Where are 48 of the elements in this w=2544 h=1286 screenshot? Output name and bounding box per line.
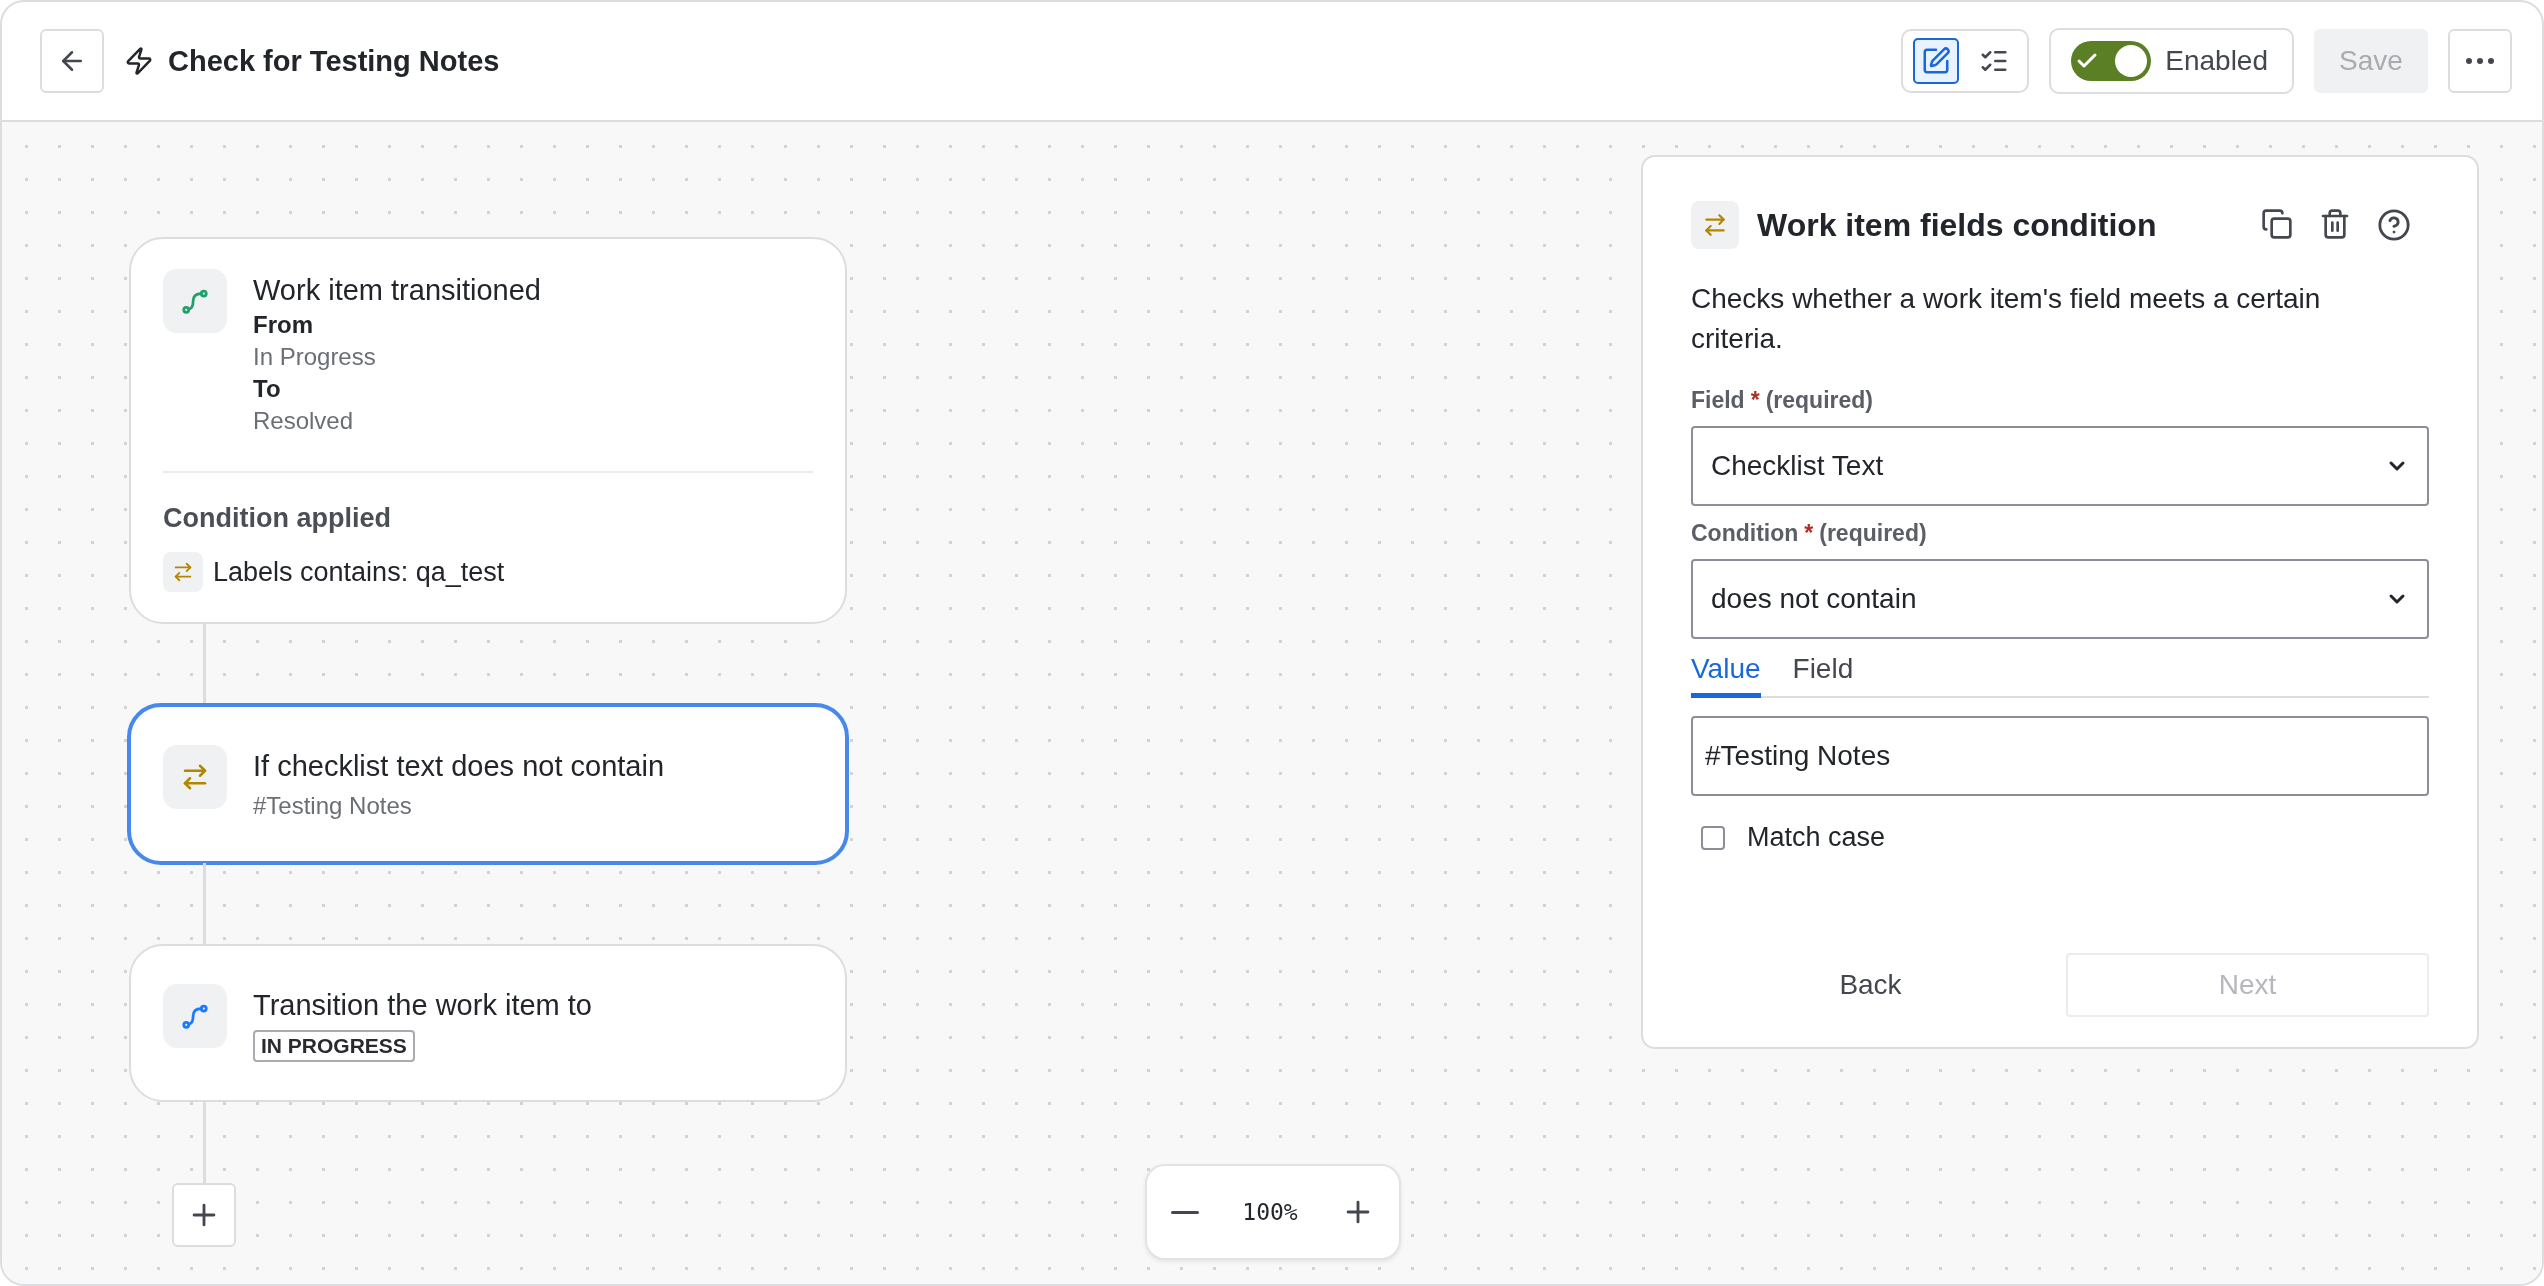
flow-card[interactable]: Transition the work item to IN PROGRESS [129,944,847,1102]
add-step-button[interactable] [172,1183,236,1247]
section-heading: Condition applied [163,503,392,534]
enabled-toggle[interactable]: Enabled [2049,28,2294,94]
tab[interactable]: Field [1792,647,1854,698]
back-button[interactable] [40,29,104,93]
more-options-button[interactable] [2448,29,2512,93]
flow-card[interactable]: Work item transitioned From In Progress To Resolved Condition applied Labels contains: qa_test [129,237,847,624]
zoom-out-button[interactable] [1171,1210,1199,1214]
zoom-level: 100% [1242,1199,1298,1225]
checkbox[interactable] [1701,825,1725,850]
field-label: Field [1691,387,1745,414]
trash-icon[interactable] [2319,208,2351,242]
detail-value: In Progress [253,342,377,372]
lightning-icon [124,46,154,76]
edit-view-button[interactable] [1913,38,1960,84]
detail-label: From [253,310,314,340]
detail-label: To [253,374,282,404]
card-subtitle: #Testing Notes [253,791,413,821]
field-label: Condition [1691,520,1799,547]
more-icon [2466,58,2494,64]
duplicate-icon[interactable] [2261,208,2293,242]
card-title: If checklist text does not contain [253,749,665,784]
checkbox-label: Match case [1747,822,1886,853]
help-icon[interactable] [2377,208,2411,242]
swap-arrows-icon [172,561,194,583]
edit-icon [1921,46,1952,76]
page-title: Check for Testing Notes [168,44,500,78]
card-title: Transition the work item to [253,988,592,1023]
card-title: Work item transitioned [253,273,541,308]
swap-arrows-icon [1702,212,1728,238]
flow-card[interactable]: If checklist text does not contain #Testing Notes [127,703,849,865]
required-mark: * [1804,520,1814,547]
panel-description: Checks whether a work item's field meets a certain criteria. [1691,282,2322,356]
condition-text: Labels contains: qa_test [213,556,505,588]
required-mark: * [1750,387,1760,414]
toggle-label: Enabled [2165,45,2268,77]
value-input[interactable]: #Testing Notes [1691,716,2429,796]
panel-title: Work item fields condition [1757,206,2158,244]
toggle-switch[interactable] [2071,41,2152,81]
minus-icon [1171,1210,1199,1214]
tab[interactable]: Value [1691,647,1761,698]
select-field[interactable]: Checklist Text [1691,426,2429,506]
status-lozenge: IN PROGRESS [253,1030,415,1062]
detail-value: Resolved [253,406,355,436]
required-note: (required) [1765,387,1873,414]
required-note: (required) [1819,520,1927,547]
select-field[interactable]: does not contain [1691,559,2429,639]
